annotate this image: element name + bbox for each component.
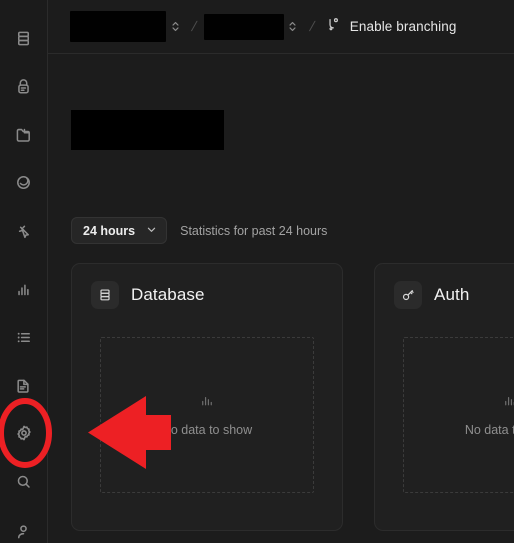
topbar: / / Enable branching — [48, 0, 514, 54]
time-range-dropdown[interactable]: 24 hours — [71, 217, 168, 244]
settings-gear-icon — [14, 423, 34, 443]
sidebar-item-database[interactable] — [8, 22, 40, 54]
logs-icon — [14, 328, 33, 347]
empty-state-text: No data to show — [464, 423, 514, 437]
empty-state: No data to show — [100, 337, 314, 493]
main-content: 24 hours Statistics for past 24 hours Da… — [48, 54, 514, 543]
api-docs-icon — [14, 376, 33, 395]
empty-state: No data to show — [403, 337, 514, 493]
stat-card-database[interactable]: Database No data to show — [71, 263, 343, 531]
statistics-range-row: 24 hours Statistics for past 24 hours — [71, 217, 327, 244]
statistics-caption: Statistics for past 24 hours — [180, 223, 328, 238]
card-header: Auth — [375, 264, 514, 309]
organization-selector[interactable] — [70, 11, 166, 42]
reports-icon — [14, 280, 33, 299]
empty-state-text: No data to show — [161, 423, 253, 437]
sidebar-item-edge-functions[interactable] — [8, 214, 40, 246]
account-icon — [14, 522, 33, 541]
sidebar-item-reports[interactable] — [8, 273, 40, 305]
card-title: Database — [131, 285, 205, 304]
enable-branching-button[interactable]: Enable branching — [322, 14, 461, 40]
git-branch-icon — [326, 17, 341, 37]
database-icon — [14, 29, 33, 48]
search-icon — [14, 472, 33, 491]
sidebar-item-api-docs[interactable] — [8, 369, 40, 401]
bar-chart-icon — [502, 393, 514, 414]
enable-branching-label: Enable branching — [349, 19, 457, 34]
realtime-icon — [14, 173, 33, 192]
authentication-icon — [14, 77, 33, 96]
edge-functions-icon — [14, 221, 33, 240]
sidebar-item-account[interactable] — [8, 515, 40, 543]
sidebar-tools-group — [8, 273, 40, 543]
breadcrumb-separator-2: / — [307, 17, 317, 34]
key-icon — [394, 281, 422, 309]
database-icon — [91, 281, 119, 309]
app-root: / / Enable branching 24 hours Statistics… — [0, 0, 514, 543]
sidebar-item-search[interactable] — [8, 465, 40, 497]
breadcrumb-separator-1: / — [189, 17, 199, 34]
bar-chart-icon — [199, 393, 215, 414]
sidebar-item-authentication[interactable] — [8, 70, 40, 102]
chevron-down-icon — [146, 222, 157, 240]
page-title — [71, 110, 224, 150]
sidebar-item-storage[interactable] — [8, 118, 40, 150]
sidebar-item-realtime[interactable] — [8, 166, 40, 198]
storage-icon — [14, 125, 33, 144]
stat-card-auth[interactable]: Auth No data to show — [374, 263, 514, 531]
sidebar — [0, 0, 48, 543]
sidebar-item-settings[interactable] — [8, 417, 40, 449]
card-title: Auth — [434, 285, 470, 304]
time-range-value: 24 hours — [83, 223, 136, 238]
sidebar-item-logs[interactable] — [8, 321, 40, 353]
project-selector[interactable] — [203, 13, 284, 40]
card-header: Database — [72, 264, 342, 309]
sidebar-product-group — [8, 22, 40, 246]
